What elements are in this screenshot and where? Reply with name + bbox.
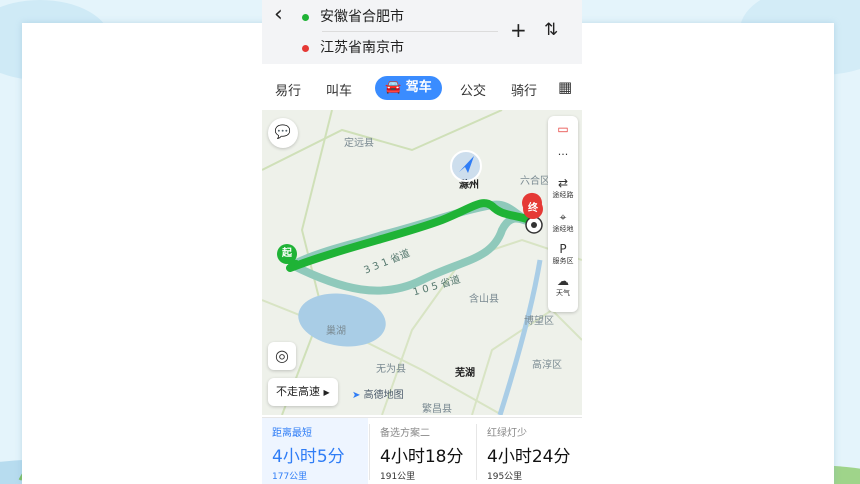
route-input-panel: ‹ 安徽省合肥市 江苏省南京市 + ⇅	[262, 0, 582, 64]
map-label-chaohu: 巢湖	[326, 326, 346, 337]
route-divider	[322, 31, 498, 32]
route-option-3[interactable]: 红绿灯少 4小时24分 195公里	[477, 418, 582, 484]
play-arrow-icon: ▶	[323, 388, 330, 397]
map-label-gaochun: 高淳区	[532, 360, 562, 371]
phone-screenshot: ‹ 安徽省合肥市 江苏省南京市 + ⇅ 易行 叫车 🚘 驾车 公交 骑行 ▦ 定…	[262, 0, 582, 484]
map-label-dingyuan: 定远县	[344, 138, 374, 149]
map-side-toolbar: ▭ ··· ⇄ 途经路 ⌖ 途经地 P 服务区 ☁ 天气	[548, 116, 578, 312]
origin-field[interactable]: 安徽省合肥市	[302, 6, 404, 26]
grid-menu-icon[interactable]: ▦	[558, 78, 572, 96]
tab-transit[interactable]: 公交	[460, 80, 486, 99]
amap-logo-icon: ➤	[352, 390, 361, 401]
locate-icon[interactable]: ◎	[268, 342, 296, 370]
map-label-liuhe: 六合区	[520, 176, 550, 187]
map-pin-icon: ⌖	[559, 210, 567, 224]
cloud-icon: ☁	[557, 274, 569, 288]
route-options: 距离最短 4小时5分 177公里 备选方案二 4小时18分 191公里 红绿灯少…	[262, 417, 582, 484]
add-waypoint-button[interactable]: +	[510, 18, 527, 42]
back-icon[interactable]: ‹	[274, 2, 283, 27]
end-marker: 终	[523, 199, 543, 219]
brand-logo: ➤ 高德地图	[352, 390, 404, 401]
traffic-light-icon[interactable]: ▭	[548, 122, 578, 136]
map-label-chuzhou: 滁州	[459, 180, 479, 191]
route-map[interactable]: 定远县 滁州 六合区 含山县 博望区 高淳区 巢湖 无为县 芜湖 繁昌县 3 3…	[262, 110, 582, 415]
map-label-wuhu: 芜湖	[455, 368, 475, 379]
map-label-wuwei: 无为县	[376, 364, 406, 375]
map-label-bowang: 博望区	[524, 316, 554, 327]
waypoint-route-button[interactable]: ⇄ 途经路	[548, 176, 578, 200]
tab-drive[interactable]: 🚘 驾车	[375, 76, 442, 100]
tab-easy[interactable]: 易行	[275, 80, 301, 99]
map-label-fanchang: 繁昌县	[422, 404, 452, 415]
service-area-button[interactable]: P 服务区	[548, 242, 578, 266]
map-label-hanshan: 含山县	[469, 294, 499, 305]
origin-dot-icon	[302, 13, 309, 21]
weather-button[interactable]: ☁ 天气	[548, 274, 578, 298]
travel-mode-tabs: 易行 叫车 🚘 驾车 公交 骑行 ▦	[262, 76, 582, 102]
route-option-1[interactable]: 距离最短 4小时5分 177公里	[262, 418, 368, 484]
route-icon: ⇄	[557, 176, 569, 190]
parking-icon: P	[559, 242, 567, 256]
feedback-icon[interactable]: 💬	[268, 118, 298, 148]
destination-field[interactable]: 江苏省南京市	[302, 37, 404, 57]
car-icon: 🚘	[385, 80, 402, 95]
start-marker: 起	[277, 244, 297, 264]
tab-bike[interactable]: 骑行	[511, 80, 537, 99]
tab-taxi[interactable]: 叫车	[326, 80, 352, 99]
destination-dot-icon	[302, 44, 309, 52]
waypoint-place-button[interactable]: ⌖ 途经地	[548, 210, 578, 234]
more-button[interactable]: ···	[548, 148, 578, 161]
swap-route-button[interactable]: ⇅	[544, 20, 558, 40]
avoid-highway-button[interactable]: 不走高速 ▶	[268, 378, 338, 406]
route-option-2[interactable]: 备选方案二 4小时18分 191公里	[370, 418, 476, 484]
